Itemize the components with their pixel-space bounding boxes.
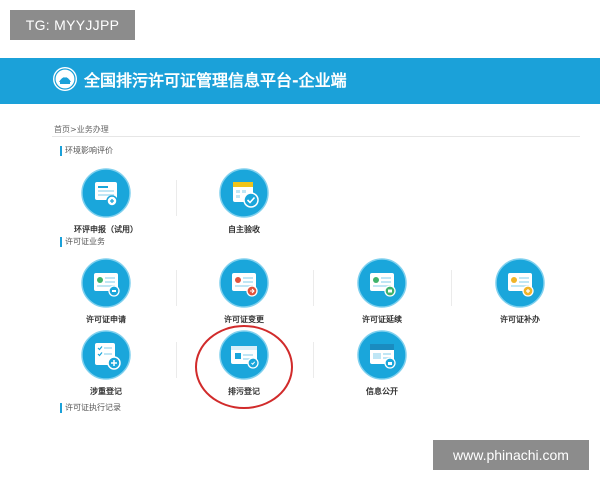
divider: [176, 270, 177, 306]
permit-apply-icon: [81, 258, 131, 308]
tile-permit-apply[interactable]: 许可证申请: [58, 258, 154, 338]
tile-label: 涉重登记: [90, 387, 122, 396]
highlight-circle: [195, 325, 293, 409]
section-title-env: 环境影响评价: [60, 146, 113, 156]
tile-eia-report[interactable]: 环评申报（试用）: [58, 168, 154, 248]
permit-reissue-icon: [495, 258, 545, 308]
news-icon: [357, 330, 407, 380]
divider: [176, 342, 177, 378]
tile-label: 自主验收: [228, 225, 260, 234]
tile-label: 许可证变更: [224, 315, 264, 324]
calendar-check-icon: [219, 168, 269, 218]
watermark-top: TG: MYYJJPP: [10, 10, 135, 40]
tile-self-acceptance[interactable]: 自主验收: [196, 168, 292, 248]
tile-key-register[interactable]: 涉重登记: [58, 330, 154, 410]
section-title-exec: 许可证执行记录: [60, 403, 121, 413]
permit-change-icon: [219, 258, 269, 308]
tile-label: 环评申报（试用）: [74, 225, 138, 234]
section-title-permit: 许可证业务: [60, 237, 105, 247]
tile-label: 信息公开: [366, 387, 398, 396]
tile-info-public[interactable]: 信息公开: [334, 330, 430, 410]
breadcrumb[interactable]: 首页>业务办理: [54, 124, 109, 135]
divider: [451, 270, 452, 306]
emblem-logo-icon: [53, 67, 77, 91]
divider: [176, 180, 177, 216]
permit-renew-icon: [357, 258, 407, 308]
watermark-bottom: www.phinachi.com: [433, 440, 589, 470]
tile-label: 许可证申请: [86, 315, 126, 324]
tile-label: 许可证补办: [500, 315, 540, 324]
breadcrumb-divider: [52, 136, 580, 137]
divider: [313, 342, 314, 378]
checklist-add-icon: [81, 330, 131, 380]
app-header: 全国排污许可证管理信息平台-企业端: [0, 58, 600, 104]
document-icon: [81, 168, 131, 218]
divider: [313, 270, 314, 306]
tile-permit-renew[interactable]: 许可证延续: [334, 258, 430, 338]
tile-label: 许可证延续: [362, 315, 402, 324]
app-title: 全国排污许可证管理信息平台-企业端: [84, 71, 347, 90]
tile-permit-reissue[interactable]: 许可证补办: [472, 258, 568, 338]
